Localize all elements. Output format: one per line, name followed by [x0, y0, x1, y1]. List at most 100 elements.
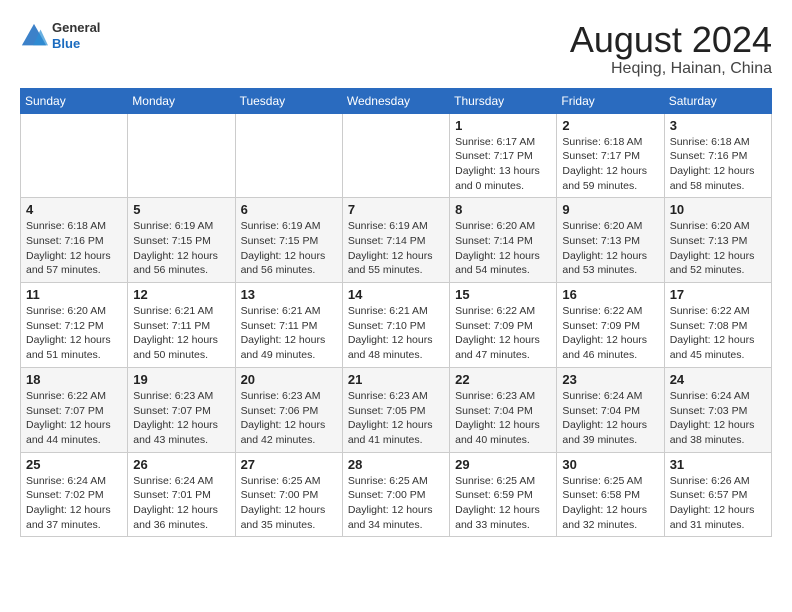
- day-number: 28: [348, 457, 444, 472]
- calendar-week-row: 18 Sunrise: 6:22 AMSunset: 7:07 PMDayligh…: [21, 367, 772, 452]
- day-number: 22: [455, 372, 551, 387]
- day-info: Sunrise: 6:19 AMSunset: 7:15 PMDaylight:…: [133, 219, 229, 278]
- logo-icon: [20, 22, 48, 50]
- day-info: Sunrise: 6:23 AMSunset: 7:05 PMDaylight:…: [348, 389, 444, 448]
- calendar-week-row: 11 Sunrise: 6:20 AMSunset: 7:12 PMDayligh…: [21, 283, 772, 368]
- calendar-cell: 6 Sunrise: 6:19 AMSunset: 7:15 PMDaylight…: [235, 198, 342, 283]
- calendar-cell: 7 Sunrise: 6:19 AMSunset: 7:14 PMDaylight…: [342, 198, 449, 283]
- calendar-cell: 2 Sunrise: 6:18 AMSunset: 7:17 PMDaylight…: [557, 113, 664, 198]
- day-number: 19: [133, 372, 229, 387]
- day-info: Sunrise: 6:24 AMSunset: 7:04 PMDaylight:…: [562, 389, 658, 448]
- day-number: 7: [348, 202, 444, 217]
- day-number: 14: [348, 287, 444, 302]
- day-number: 11: [26, 287, 122, 302]
- day-number: 15: [455, 287, 551, 302]
- day-info: Sunrise: 6:24 AMSunset: 7:03 PMDaylight:…: [670, 389, 766, 448]
- day-info: Sunrise: 6:20 AMSunset: 7:14 PMDaylight:…: [455, 219, 551, 278]
- day-number: 6: [241, 202, 337, 217]
- day-number: 5: [133, 202, 229, 217]
- day-info: Sunrise: 6:21 AMSunset: 7:11 PMDaylight:…: [241, 304, 337, 363]
- day-info: Sunrise: 6:20 AMSunset: 7:13 PMDaylight:…: [670, 219, 766, 278]
- calendar-cell: 19 Sunrise: 6:23 AMSunset: 7:07 PMDayligh…: [128, 367, 235, 452]
- calendar-cell: 18 Sunrise: 6:22 AMSunset: 7:07 PMDayligh…: [21, 367, 128, 452]
- day-number: 2: [562, 118, 658, 133]
- day-info: Sunrise: 6:20 AMSunset: 7:12 PMDaylight:…: [26, 304, 122, 363]
- day-info: Sunrise: 6:23 AMSunset: 7:07 PMDaylight:…: [133, 389, 229, 448]
- calendar-cell: 14 Sunrise: 6:21 AMSunset: 7:10 PMDayligh…: [342, 283, 449, 368]
- calendar-cell: 22 Sunrise: 6:23 AMSunset: 7:04 PMDayligh…: [450, 367, 557, 452]
- day-number: 8: [455, 202, 551, 217]
- calendar-cell: 24 Sunrise: 6:24 AMSunset: 7:03 PMDayligh…: [664, 367, 771, 452]
- logo: General Blue: [20, 20, 100, 51]
- day-info: Sunrise: 6:23 AMSunset: 7:06 PMDaylight:…: [241, 389, 337, 448]
- day-number: 25: [26, 457, 122, 472]
- day-info: Sunrise: 6:25 AMSunset: 7:00 PMDaylight:…: [348, 474, 444, 533]
- weekday-header: Monday: [128, 88, 235, 113]
- calendar-cell: 20 Sunrise: 6:23 AMSunset: 7:06 PMDayligh…: [235, 367, 342, 452]
- day-info: Sunrise: 6:18 AMSunset: 7:16 PMDaylight:…: [26, 219, 122, 278]
- calendar-cell: 23 Sunrise: 6:24 AMSunset: 7:04 PMDayligh…: [557, 367, 664, 452]
- weekday-header: Thursday: [450, 88, 557, 113]
- calendar-week-row: 25 Sunrise: 6:24 AMSunset: 7:02 PMDayligh…: [21, 452, 772, 537]
- calendar-cell: 3Sunrise: 6:18 AMSunset: 7:16 PMDaylight…: [664, 113, 771, 198]
- calendar-cell: 4Sunrise: 6:18 AMSunset: 7:16 PMDaylight…: [21, 198, 128, 283]
- day-info: Sunrise: 6:17 AMSunset: 7:17 PMDaylight:…: [455, 135, 551, 194]
- calendar-week-row: 1 Sunrise: 6:17 AMSunset: 7:17 PMDaylight…: [21, 113, 772, 198]
- day-info: Sunrise: 6:25 AMSunset: 6:58 PMDaylight:…: [562, 474, 658, 533]
- day-info: Sunrise: 6:24 AMSunset: 7:02 PMDaylight:…: [26, 474, 122, 533]
- logo-blue: Blue: [52, 36, 100, 52]
- day-info: Sunrise: 6:19 AMSunset: 7:14 PMDaylight:…: [348, 219, 444, 278]
- day-info: Sunrise: 6:24 AMSunset: 7:01 PMDaylight:…: [133, 474, 229, 533]
- calendar-cell: 11 Sunrise: 6:20 AMSunset: 7:12 PMDayligh…: [21, 283, 128, 368]
- month-title: August 2024: [570, 20, 772, 60]
- day-number: 1: [455, 118, 551, 133]
- day-info: Sunrise: 6:21 AMSunset: 7:10 PMDaylight:…: [348, 304, 444, 363]
- weekday-header-row: SundayMondayTuesdayWednesdayThursdayFrid…: [21, 88, 772, 113]
- calendar-cell: 15Sunrise: 6:22 AMSunset: 7:09 PMDayligh…: [450, 283, 557, 368]
- page-header: General Blue August 2024 Heqing, Hainan,…: [20, 20, 772, 78]
- location: Heqing, Hainan, China: [570, 60, 772, 78]
- calendar-week-row: 4Sunrise: 6:18 AMSunset: 7:16 PMDaylight…: [21, 198, 772, 283]
- day-number: 24: [670, 372, 766, 387]
- day-info: Sunrise: 6:25 AMSunset: 7:00 PMDaylight:…: [241, 474, 337, 533]
- day-info: Sunrise: 6:18 AMSunset: 7:17 PMDaylight:…: [562, 135, 658, 194]
- calendar-cell: [21, 113, 128, 198]
- day-number: 18: [26, 372, 122, 387]
- weekday-header: Tuesday: [235, 88, 342, 113]
- title-block: August 2024 Heqing, Hainan, China: [570, 20, 772, 78]
- calendar-cell: 30 Sunrise: 6:25 AMSunset: 6:58 PMDayligh…: [557, 452, 664, 537]
- day-number: 3: [670, 118, 766, 133]
- day-info: Sunrise: 6:19 AMSunset: 7:15 PMDaylight:…: [241, 219, 337, 278]
- day-number: 30: [562, 457, 658, 472]
- day-number: 23: [562, 372, 658, 387]
- calendar-cell: [342, 113, 449, 198]
- calendar-cell: 9 Sunrise: 6:20 AMSunset: 7:13 PMDaylight…: [557, 198, 664, 283]
- day-number: 20: [241, 372, 337, 387]
- day-number: 26: [133, 457, 229, 472]
- calendar-cell: 17 Sunrise: 6:22 AMSunset: 7:08 PMDayligh…: [664, 283, 771, 368]
- day-info: Sunrise: 6:23 AMSunset: 7:04 PMDaylight:…: [455, 389, 551, 448]
- logo-text: General Blue: [52, 20, 100, 51]
- calendar-table: SundayMondayTuesdayWednesdayThursdayFrid…: [20, 88, 772, 538]
- calendar-cell: 21Sunrise: 6:23 AMSunset: 7:05 PMDayligh…: [342, 367, 449, 452]
- day-number: 13: [241, 287, 337, 302]
- logo-general: General: [52, 20, 100, 36]
- calendar-cell: 16Sunrise: 6:22 AMSunset: 7:09 PMDayligh…: [557, 283, 664, 368]
- calendar-cell: 28 Sunrise: 6:25 AMSunset: 7:00 PMDayligh…: [342, 452, 449, 537]
- day-info: Sunrise: 6:20 AMSunset: 7:13 PMDaylight:…: [562, 219, 658, 278]
- day-number: 29: [455, 457, 551, 472]
- day-info: Sunrise: 6:22 AMSunset: 7:07 PMDaylight:…: [26, 389, 122, 448]
- day-number: 27: [241, 457, 337, 472]
- day-info: Sunrise: 6:21 AMSunset: 7:11 PMDaylight:…: [133, 304, 229, 363]
- calendar-cell: 31Sunrise: 6:26 AMSunset: 6:57 PMDayligh…: [664, 452, 771, 537]
- day-info: Sunrise: 6:22 AMSunset: 7:08 PMDaylight:…: [670, 304, 766, 363]
- calendar-cell: 13 Sunrise: 6:21 AMSunset: 7:11 PMDayligh…: [235, 283, 342, 368]
- day-number: 17: [670, 287, 766, 302]
- day-number: 9: [562, 202, 658, 217]
- day-number: 16: [562, 287, 658, 302]
- calendar-cell: 5 Sunrise: 6:19 AMSunset: 7:15 PMDaylight…: [128, 198, 235, 283]
- calendar-cell: [128, 113, 235, 198]
- day-number: 31: [670, 457, 766, 472]
- weekday-header: Wednesday: [342, 88, 449, 113]
- day-info: Sunrise: 6:25 AMSunset: 6:59 PMDaylight:…: [455, 474, 551, 533]
